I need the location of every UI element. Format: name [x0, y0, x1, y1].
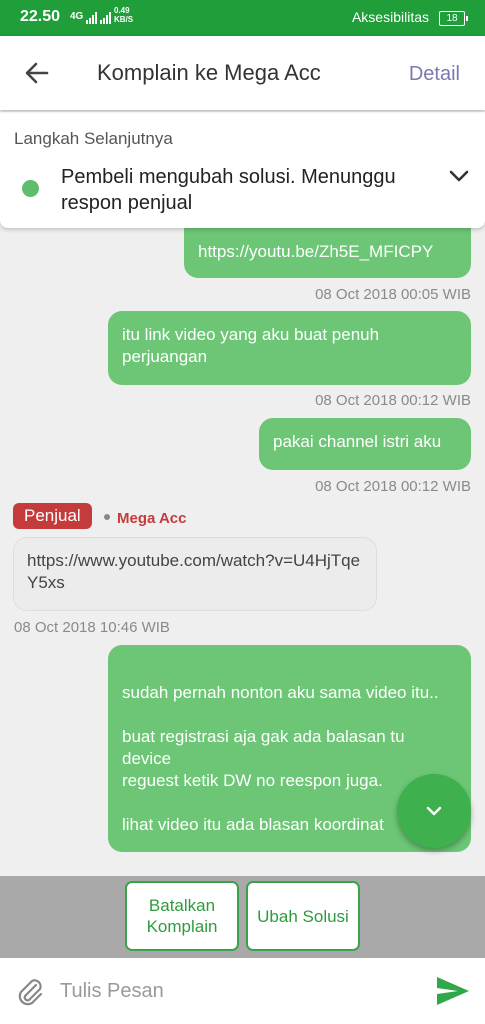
next-step-card[interactable]: Langkah Selanjutnya Pembeli mengubah sol… [0, 112, 485, 228]
message-text: sudah pernah nonton aku sama video itu..… [122, 683, 439, 834]
speed-unit: KB/S [114, 15, 134, 24]
message-bubble[interactable]: https://www.youtube.com/watch?v=U4HjTqeY… [13, 537, 377, 611]
message-text: https://www.youtube.com/watch?v=U4HjTqeY… [27, 551, 361, 592]
message-bubble[interactable]: https://youtu.be/Zh5E_MFICPY [184, 228, 471, 278]
chat-thread[interactable]: https://youtu.be/Zh5E_MFICPY 08 Oct 2018… [0, 228, 485, 860]
next-step-text: Pembeli mengubah solusi. Menunggu respon… [61, 166, 396, 214]
send-icon[interactable] [436, 976, 470, 1006]
back-arrow-icon[interactable] [22, 58, 52, 88]
sender-name: Mega Acc [117, 510, 187, 527]
network-type: 4G [70, 11, 84, 22]
next-step-heading: Langkah Selanjutnya [14, 129, 173, 148]
signal-icon [86, 12, 111, 24]
action-bar: Batalkan Komplain Ubah Solusi [0, 876, 485, 958]
paperclip-icon[interactable] [14, 976, 46, 1008]
battery-icon: 18 [439, 11, 468, 26]
page-title: Komplain ke Mega Acc [97, 60, 321, 85]
chevron-down-icon[interactable] [447, 164, 471, 188]
status-dot-icon [22, 180, 39, 197]
message-timestamp: 08 Oct 2018 00:05 WIB [315, 286, 471, 303]
separator-dot [104, 514, 110, 520]
seller-badge: Penjual [13, 503, 92, 529]
cancel-complaint-label: Batalkan Komplain [146, 896, 218, 936]
message-bubble[interactable]: itu link video yang aku buat penuh perju… [108, 311, 471, 385]
message-composer [0, 958, 485, 1024]
message-text: pakai channel istri aku [273, 432, 442, 451]
cancel-complaint-button[interactable]: Batalkan Komplain [125, 881, 239, 951]
status-time: 22.50 [20, 8, 61, 25]
message-timestamp: 08 Oct 2018 00:12 WIB [315, 478, 471, 495]
accessibility-label: Aksesibilitas [351, 9, 429, 25]
message-timestamp: 08 Oct 2018 10:46 WIB [14, 619, 170, 636]
message-timestamp: 08 Oct 2018 00:12 WIB [315, 392, 471, 409]
change-solution-button[interactable]: Ubah Solusi [246, 881, 360, 951]
network-speed: 0.49 KB/S [114, 6, 133, 24]
message-text: https://youtu.be/Zh5E_MFICPY [198, 242, 434, 261]
message-input[interactable] [60, 976, 400, 1006]
app-bar: Komplain ke Mega Acc Detail [0, 36, 485, 110]
message-text: itu link video yang aku buat penuh perju… [122, 325, 380, 366]
change-solution-label: Ubah Solusi [257, 906, 349, 926]
detail-button[interactable]: Detail [409, 63, 460, 86]
chevron-down-icon [426, 806, 442, 816]
message-bubble[interactable]: pakai channel istri aku [259, 418, 471, 470]
speed-value: 0.49 [114, 6, 130, 15]
status-bar: 22.50 4G 0.49 KB/S Aksesibilitas 18 [0, 0, 485, 36]
scroll-down-button[interactable] [397, 774, 471, 848]
